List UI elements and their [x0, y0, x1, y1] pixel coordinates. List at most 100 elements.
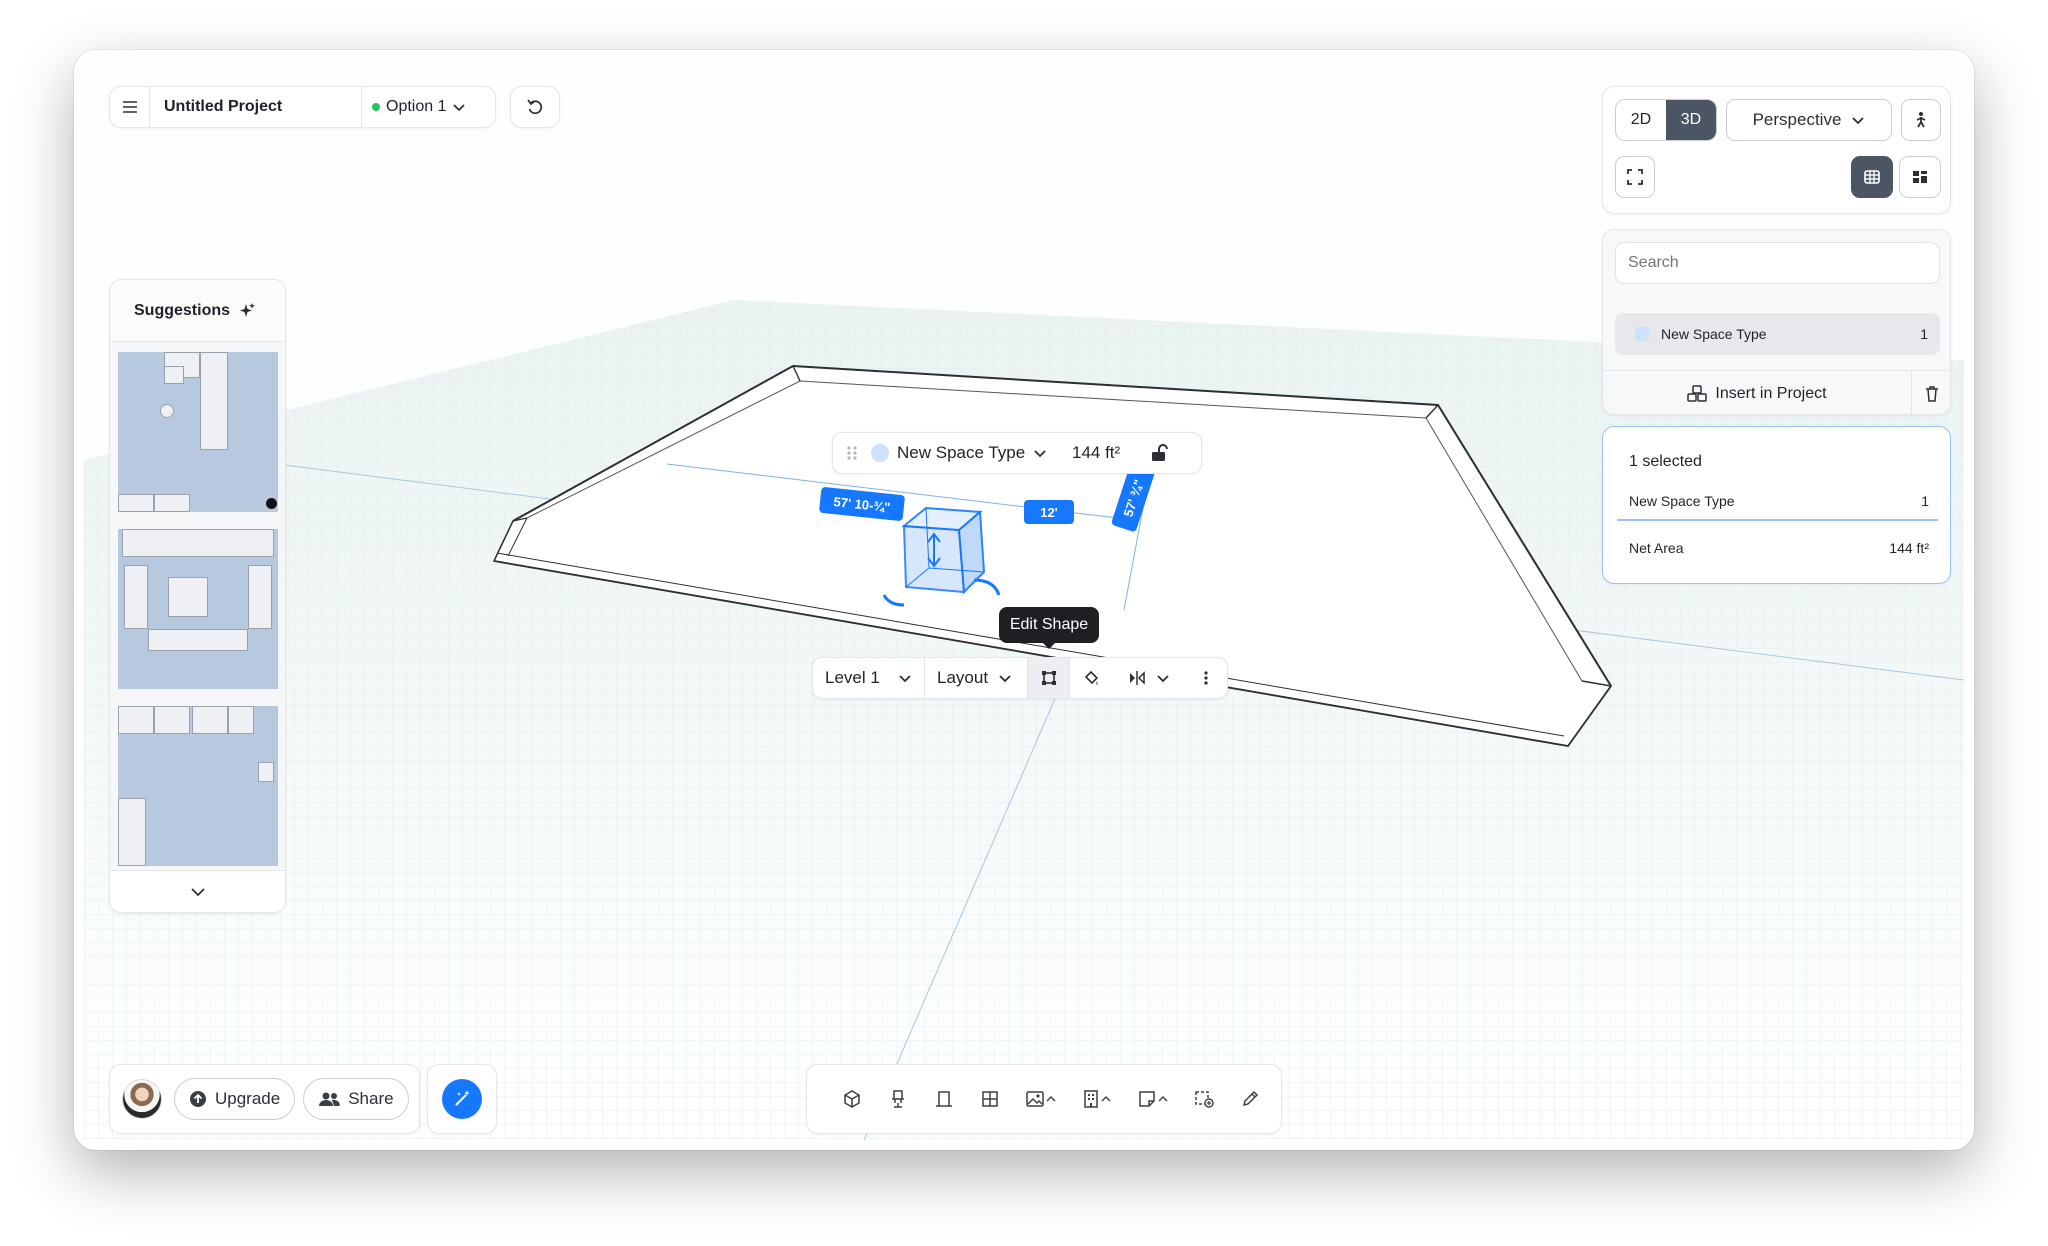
selection-row: New Space Type 1	[1629, 493, 1929, 509]
ai-assistant-button[interactable]	[442, 1079, 482, 1119]
drag-handle-icon[interactable]	[833, 445, 871, 461]
tool-building[interactable]	[1069, 1079, 1125, 1119]
undo-button[interactable]	[510, 86, 560, 128]
view-mode-toggle: 2D 3D	[1615, 99, 1717, 141]
mirror-button[interactable]	[1112, 658, 1182, 698]
share-label: Share	[348, 1089, 394, 1108]
divider	[1617, 519, 1938, 521]
selection-summary: 1 selected	[1629, 453, 1702, 470]
camera-selector[interactable]: Perspective	[1726, 99, 1892, 141]
search-input[interactable]	[1615, 242, 1940, 284]
app-window: 57' 10-¾" 57' ¾" 12' New Space Type 144 …	[74, 50, 1974, 1150]
edit-shape-tooltip: Edit Shape	[999, 607, 1099, 649]
suggestions-header: Suggestions	[110, 280, 285, 342]
edit-shape-button[interactable]	[1028, 658, 1070, 698]
fullscreen-icon	[1627, 169, 1643, 185]
project-title[interactable]: Untitled Project	[150, 87, 362, 127]
tool-window[interactable]	[967, 1079, 1013, 1119]
upgrade-label: Upgrade	[215, 1089, 281, 1108]
chair-icon	[890, 1090, 906, 1108]
walk-mode-button[interactable]	[1901, 99, 1941, 141]
cube-icon	[843, 1090, 861, 1108]
paint-bucket-icon	[1082, 669, 1100, 687]
walk-person-icon	[1913, 111, 1929, 129]
suggestion-thumbnail-3[interactable]	[118, 706, 278, 866]
delete-button[interactable]	[1912, 385, 1950, 403]
ai-assistant-panel	[427, 1064, 497, 1134]
layout-selector[interactable]: Layout	[925, 658, 1028, 698]
hamburger-menu-icon[interactable]	[110, 87, 150, 127]
magic-wand-icon	[452, 1089, 472, 1109]
space-type-selector[interactable]: New Space Type	[871, 443, 1056, 463]
selection-row-label: Net Area	[1629, 540, 1684, 556]
suggestions-more-button[interactable]	[110, 870, 285, 912]
space-area: 144 ft²	[1072, 443, 1121, 462]
3d-viewport[interactable]	[84, 60, 1964, 1140]
suggestions-panel: Suggestions	[109, 279, 286, 913]
undo-icon	[526, 98, 544, 116]
option-selector[interactable]: Option 1	[362, 98, 466, 116]
tools-toolbar	[806, 1064, 1282, 1134]
more-vertical-icon	[1203, 670, 1209, 686]
layout-view-button[interactable]	[1899, 156, 1941, 198]
suggestion-thumbnail-1[interactable]	[118, 352, 278, 512]
pencil-icon	[1241, 1090, 1259, 1108]
image-icon	[1026, 1091, 1044, 1107]
door-icon	[935, 1090, 953, 1108]
tool-image[interactable]	[1013, 1079, 1069, 1119]
space-list-panel: New Space Type 1 Insert in Project	[1602, 229, 1951, 415]
level-label: Level 1	[825, 668, 880, 687]
layout-label: Layout	[937, 668, 989, 687]
chevron-down-icon	[452, 102, 466, 112]
option-label: Option 1	[386, 98, 447, 115]
tool-3d-object[interactable]	[829, 1079, 875, 1119]
mode-2d-button[interactable]: 2D	[1616, 100, 1666, 140]
share-button[interactable]: Share	[303, 1078, 409, 1120]
space-type-toolbar: New Space Type 144 ft²	[832, 432, 1202, 474]
context-toolbar: Level 1 Layout	[812, 657, 1228, 699]
chevron-down-icon	[190, 887, 206, 897]
tool-note[interactable]	[1125, 1079, 1181, 1119]
status-dot	[372, 103, 380, 111]
dimension-label-box[interactable]: 12'	[1024, 500, 1074, 524]
dashboard-layout-icon	[1912, 170, 1928, 184]
selection-row: Net Area 144 ft²	[1629, 540, 1929, 556]
avatar[interactable]	[122, 1079, 162, 1119]
insert-in-project-button[interactable]: Insert in Project	[1603, 371, 1912, 414]
space-color-swatch	[1635, 327, 1649, 341]
paint-button[interactable]	[1070, 658, 1112, 698]
arrow-up-circle-icon	[189, 1090, 207, 1108]
chevron-down-icon	[998, 673, 1012, 683]
table-grid-icon	[1864, 170, 1880, 184]
level-selector[interactable]: Level 1	[813, 658, 925, 698]
fullscreen-button[interactable]	[1615, 156, 1655, 198]
tool-furniture[interactable]	[875, 1079, 921, 1119]
tool-draw[interactable]	[1227, 1079, 1273, 1119]
app-canvas-area: 57' 10-¾" 57' ¾" 12' New Space Type 144 …	[84, 60, 1964, 1140]
suggestion-thumbnail-2[interactable]	[118, 529, 278, 689]
space-list-item[interactable]: New Space Type 1	[1615, 313, 1940, 355]
camera-label: Perspective	[1752, 110, 1842, 129]
insert-label: Insert in Project	[1715, 384, 1827, 402]
selection-add-icon	[1194, 1090, 1214, 1108]
tool-door[interactable]	[921, 1079, 967, 1119]
selection-row-label: New Space Type	[1629, 493, 1735, 509]
unlock-icon[interactable]	[1150, 444, 1169, 462]
tool-select-area[interactable]	[1181, 1079, 1227, 1119]
more-options-button[interactable]	[1185, 670, 1227, 686]
mode-3d-button[interactable]: 3D	[1666, 100, 1716, 140]
grid-view-button[interactable]	[1851, 156, 1893, 198]
chevron-up-icon	[1158, 1095, 1168, 1103]
selection-row-value: 144 ft²	[1889, 540, 1929, 556]
chevron-down-icon	[1156, 673, 1170, 683]
trash-icon	[1924, 385, 1940, 403]
account-bar: Upgrade Share	[109, 1064, 420, 1134]
view-controls-panel: 2D 3D Perspective	[1602, 86, 1951, 214]
edit-shape-icon	[1040, 669, 1058, 687]
project-header: Untitled Project Option 1	[109, 86, 496, 128]
boxes-icon	[1687, 384, 1708, 403]
building-icon	[1083, 1090, 1099, 1108]
upgrade-button[interactable]: Upgrade	[174, 1078, 296, 1120]
chevron-up-icon	[1101, 1095, 1111, 1103]
chevron-up-icon	[1046, 1095, 1056, 1103]
